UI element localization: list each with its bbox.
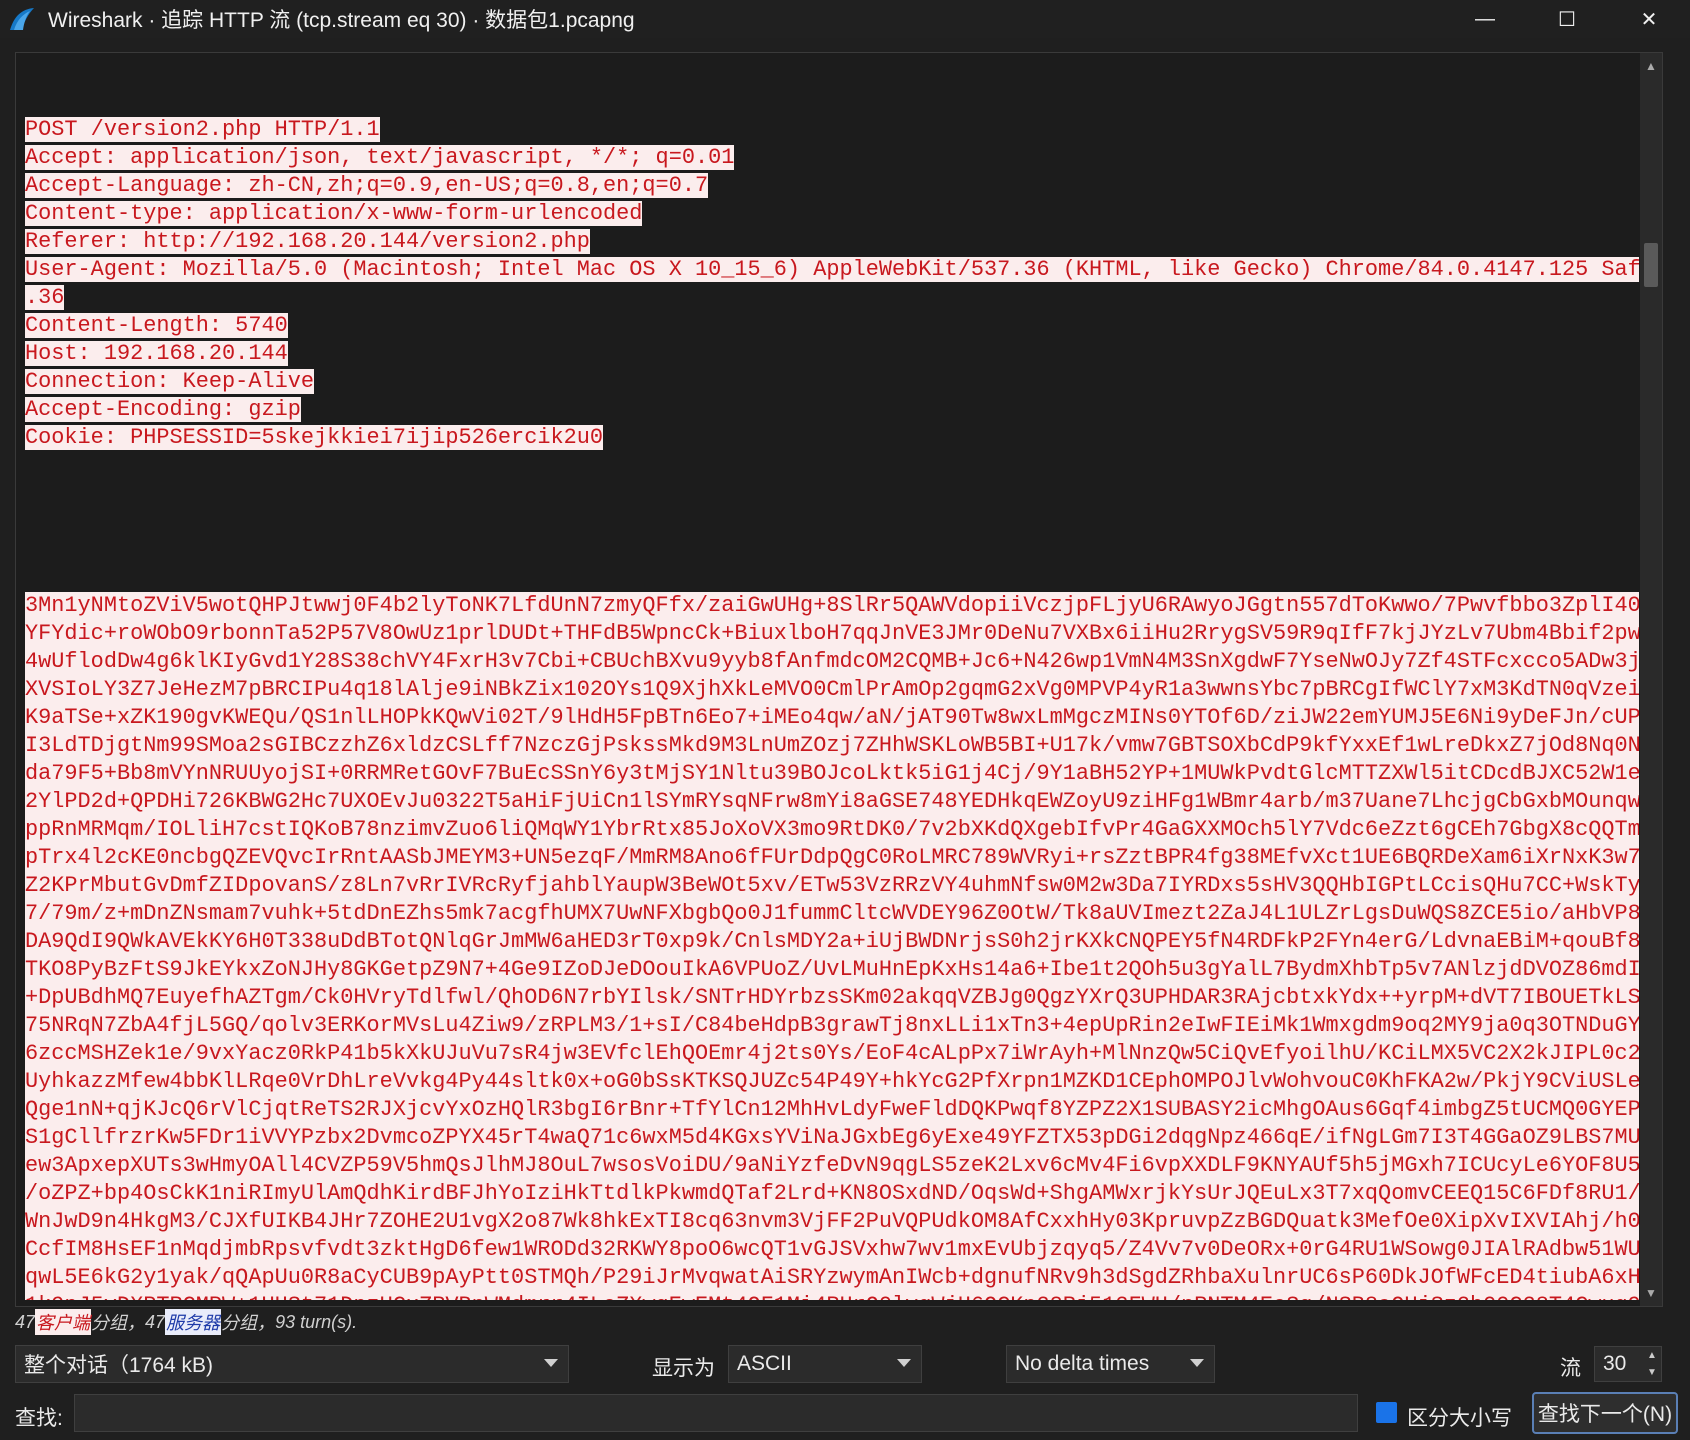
find-label: 查找: <box>15 1407 63 1430</box>
maximize-button[interactable]: ☐ <box>1526 0 1608 38</box>
turn-count: 93 turn(s). <box>275 1311 358 1332</box>
packet-summary: 47 客户端 分组， 47 服务器 分组， 93 turn(s). <box>15 1308 357 1336</box>
header-line: POST /version2.php HTTP/1.1 <box>25 116 1639 144</box>
conversation-select-value: 整个对话（1764 kB) <box>24 1354 214 1377</box>
minimize-button[interactable]: — <box>1444 0 1526 38</box>
delta-times-select[interactable]: No delta times <box>1006 1345 1215 1383</box>
header-text: .36 <box>25 285 65 310</box>
header-line: Accept-Language: zh-CN,zh;q=0.9,en-US;q=… <box>25 172 1639 200</box>
body-line: Z2KPrMbutGvDmfZIDpovanS/z8Ln7vRrIVRcRyfj… <box>25 873 1639 898</box>
body-line: 75NRqN7ZbA4fjL5GQ/qolv3ERKorMVsLu4Ziw9/z… <box>25 1013 1639 1038</box>
header-text: Accept-Language: zh-CN,zh;q=0.9,en-US;q=… <box>25 173 709 198</box>
vertical-scrollbar[interactable]: ▲ ▼ <box>1640 53 1662 1306</box>
header-text: Connection: Keep-Alive <box>25 369 315 394</box>
close-button[interactable]: ✕ <box>1608 0 1690 38</box>
header-text: Content-Length: 5740 <box>25 313 288 338</box>
stream-number-spinbox[interactable]: 30 ▲ ▼ <box>1594 1346 1662 1382</box>
chevron-down-icon <box>544 1359 558 1367</box>
header-line: Connection: Keep-Alive <box>25 368 1639 396</box>
spin-down-icon[interactable]: ▼ <box>1643 1364 1661 1381</box>
body-line: 6zccMSHZek1e/9vxYacz0RkP41b5kXkUJuVu7sR4… <box>25 1041 1639 1066</box>
stream-number-value: 30 <box>1603 1352 1627 1375</box>
header-line: Content-type: application/x-www-form-url… <box>25 200 1639 228</box>
scroll-up-arrow-icon[interactable]: ▲ <box>1640 55 1662 77</box>
request-headers: POST /version2.php HTTP/1.1 Accept: appli… <box>25 116 1639 452</box>
header-line: User-Agent: Mozilla/5.0 (Macintosh; Inte… <box>25 256 1639 284</box>
body-line: ppRnMRMqm/IOLliH7cstIQKoB78nzimvZuo6liQM… <box>25 817 1639 842</box>
chevron-down-icon <box>1190 1359 1204 1367</box>
case-sensitive-label: 区分大小写 <box>1407 1407 1512 1430</box>
window-title: Wireshark · 追踪 HTTP 流 (tcp.stream eq 30)… <box>48 9 635 32</box>
body-line: 7/79m/z+mDnZNsmam7vuhk+5tdDnEZhs5mk7acgf… <box>25 901 1639 926</box>
server-tag: 服务器 <box>165 1309 222 1335</box>
header-text: Host: 192.168.20.144 <box>25 341 288 366</box>
header-text: Referer: http://192.168.20.144/version2.… <box>25 229 590 254</box>
body-line: S1gCllfrzrKw5FDr1iVVYPzbx2DvmcoZPYX45rT4… <box>25 1125 1639 1150</box>
body-line: DA9QdI9QWkAVEkKY6H0T338uDdBTotQNlqGrJmMW… <box>25 929 1639 954</box>
body-line: pTrx4l2cKE0ncbgQZEVQvcIrRntAASbJMEYM3+UN… <box>25 845 1639 870</box>
body-line: /oZPZ+bp4OsCkK1niRImyUlAmQdhKirdBFJhYoIz… <box>25 1181 1639 1206</box>
header-line: Content-Length: 5740 <box>25 312 1639 340</box>
spin-up-icon[interactable]: ▲ <box>1643 1347 1661 1364</box>
show-as-select-value: ASCII <box>737 1352 792 1375</box>
header-text: User-Agent: Mozilla/5.0 (Macintosh; Inte… <box>25 257 1639 282</box>
header-text: Accept-Encoding: gzip <box>25 397 301 422</box>
case-sensitive-checkbox[interactable] <box>1376 1402 1397 1423</box>
header-text: Cookie: PHPSESSID=5skejkkiei7ijip526erci… <box>25 425 604 450</box>
request-body: 3Mn1yNMtoZViV5wotQHPJtwwj0F4b2lyToNK7Lfd… <box>25 592 1639 1300</box>
body-line: TKO8PyBzFtS9JkEYkxZoNJHy8GKGetpZ9N7+4Ge9… <box>25 957 1639 982</box>
body-line: da79F5+Bb8mVYnNRUUyojSI+0RRMRetGOvF7BuEc… <box>25 761 1639 786</box>
body-line: UyhkazzMfew4bbKlLRqe0VrDhLreVvkg4Py44slt… <box>25 1069 1639 1094</box>
header-text: POST /version2.php HTTP/1.1 <box>25 117 380 142</box>
body-line: qwL5E6kG2y1yak/qQApUu0R8aCyCUB9pAyPtt0ST… <box>25 1265 1639 1290</box>
header-line: Cookie: PHPSESSID=5skejkkiei7ijip526erci… <box>25 424 1639 452</box>
header-line: Accept: application/json, text/javascrip… <box>25 144 1639 172</box>
body-line: XVSIoLY3Z7JeHezM7pBRCIPu4q18lAlje9iNBkZi… <box>25 677 1639 702</box>
window-controls: — ☐ ✕ <box>1444 0 1690 38</box>
find-next-button[interactable]: 查找下一个(N) <box>1532 1392 1678 1434</box>
show-as-label: 显示为 <box>652 1357 715 1380</box>
body-line: 3Mn1yNMtoZViV5wotQHPJtwwj0F4b2lyToNK7Lfd… <box>25 593 1639 618</box>
header-text: Content-type: application/x-www-form-url… <box>25 201 643 226</box>
body-line: I3LdTDjgtNm99SMoa2sGIBCzzhZ6xldzCSLff7Nz… <box>25 733 1639 758</box>
body-line: Qge1nN+qjKJcQ6rVlCjqtReTS2RJXjcvYxOzHQlR… <box>25 1097 1639 1122</box>
body-line: YFYdic+roWObO9rbonnTa52P57V8OwUz1prlDUDt… <box>25 621 1639 646</box>
header-line: .36 <box>25 284 1639 312</box>
body-line: 4wUflodDw4g6klKIyGvd1Y28S38chVY4FxrH3v7C… <box>25 649 1639 674</box>
stream-content: POST /version2.php HTTP/1.1 Accept: appli… <box>25 60 1639 1300</box>
conversation-select[interactable]: 整个对话（1764 kB) <box>15 1345 569 1383</box>
header-text: Accept: application/json, text/javascrip… <box>25 145 735 170</box>
body-line: K9aTSe+xZK190gvKWEQu/QS1nlLHOPkKQwVi02T/… <box>25 705 1639 730</box>
header-line: Accept-Encoding: gzip <box>25 396 1639 424</box>
delta-times-select-value: No delta times <box>1015 1352 1150 1375</box>
body-line: CcfIM8HsEF1nMqdjmbRpsvfvdt3zktHgD6few1WR… <box>25 1237 1639 1262</box>
show-as-select[interactable]: ASCII <box>728 1345 922 1383</box>
scroll-down-arrow-icon[interactable]: ▼ <box>1640 1282 1662 1304</box>
header-line: Host: 192.168.20.144 <box>25 340 1639 368</box>
body-line: +DpUBdhMQ7EuyefhAZTgm/Ck0HVryTdlfwl/QhOD… <box>25 985 1639 1010</box>
title-bar: Wireshark · 追踪 HTTP 流 (tcp.stream eq 30)… <box>0 0 1690 38</box>
server-packet-count: 47 <box>145 1311 166 1332</box>
client-packet-count: 47 <box>15 1311 36 1332</box>
body-line: 1k9pJ5vDXPTRGMPW+1UHSt71DpzUGxZRVBnWMdmr… <box>25 1292 1639 1300</box>
find-input[interactable] <box>74 1394 1358 1432</box>
spin-buttons: ▲ ▼ <box>1643 1347 1661 1381</box>
stream-label: 流 <box>1560 1357 1581 1380</box>
wireshark-fin-icon <box>4 4 40 34</box>
summary-separator: 分组， <box>91 1313 146 1333</box>
body-line: WnJwD9n4HkgM3/CJXfUIKB4JHr7ZOHE2U1vgX2o8… <box>25 1209 1639 1234</box>
body-line: 2YlPD2d+QPDHi726KBWG2Hc7UXOEvJu0322T5aHi… <box>25 789 1639 814</box>
summary-separator: 分组， <box>221 1313 276 1333</box>
client-tag: 客户端 <box>35 1309 92 1335</box>
scroll-thumb[interactable] <box>1644 243 1658 287</box>
header-line: Referer: http://192.168.20.144/version2.… <box>25 228 1639 256</box>
chevron-down-icon <box>897 1359 911 1367</box>
stream-text-area[interactable]: POST /version2.php HTTP/1.1 Accept: appli… <box>15 52 1663 1307</box>
body-line: ew3ApxepXUTs3wHmyOAll4CVZP59V5hmQsJlhMJ8… <box>25 1153 1639 1178</box>
